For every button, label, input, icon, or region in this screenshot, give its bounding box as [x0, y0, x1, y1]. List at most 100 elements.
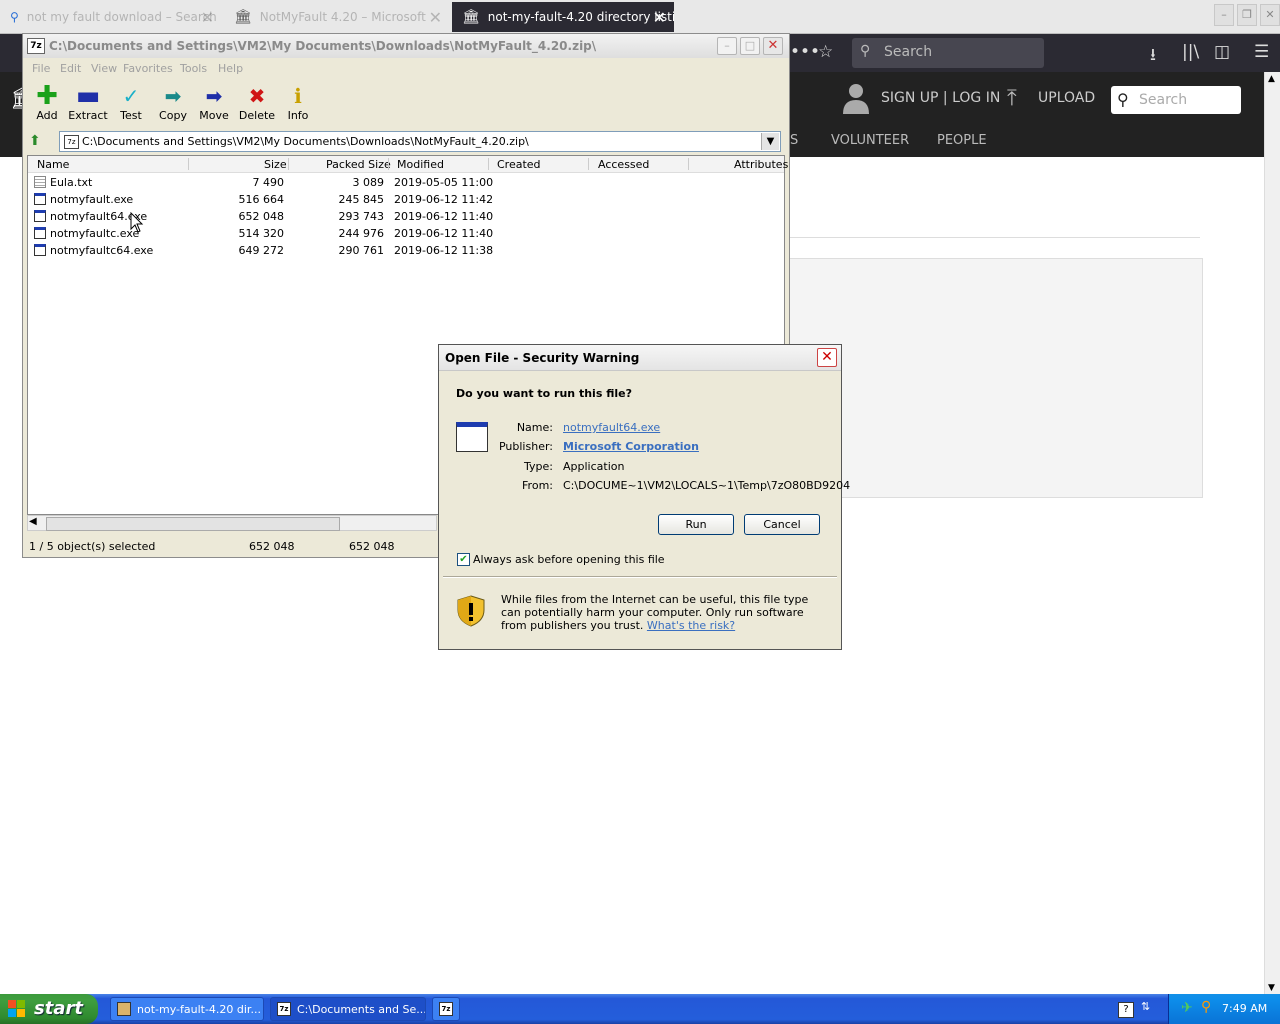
scroll-down-icon[interactable]: ▼ [1268, 983, 1275, 993]
delete-x-icon: ✖ [248, 84, 266, 108]
column-modified[interactable]: Modified [397, 158, 444, 171]
menu-favorites[interactable]: Favorites [123, 62, 173, 75]
tab-close-icon[interactable]: ✕ [653, 8, 666, 27]
text-file-icon [34, 176, 46, 188]
move-button[interactable]: ➡ Move [193, 83, 235, 129]
site-search-input[interactable]: ⚲ Search [1111, 86, 1241, 114]
always-ask-label[interactable]: Always ask before opening this file [473, 553, 665, 566]
divider [790, 237, 1200, 238]
add-button[interactable]: ✚ Add [26, 83, 68, 129]
signup-login-link[interactable]: SIGN UP | LOG IN [881, 90, 1000, 106]
browser-tab-microsoft[interactable]: 🏛 NotMyFault 4.20 – Microsoft ✕ [224, 2, 450, 32]
taskbar-item-browser[interactable]: not-my-fault-4.20 dir... [110, 997, 264, 1021]
upload-link[interactable]: UPLOAD [1038, 90, 1095, 106]
move-arrow-icon: ➡ [205, 84, 223, 108]
delete-button[interactable]: ✖ Delete [236, 83, 278, 129]
menu-bar: File Edit View Favorites Tools Help [23, 59, 789, 79]
archive-icon: 🏛 [462, 9, 480, 25]
close-button[interactable]: ✕ [763, 37, 783, 55]
file-row[interactable]: Eula.txt 7 490 3 089 2019-05-05 11:00 [28, 174, 784, 191]
info-button[interactable]: ℹ Info [277, 83, 319, 129]
page-scrollbar[interactable]: ▲ ▼ [1264, 72, 1280, 997]
menu-view[interactable]: View [91, 62, 117, 75]
bookmark-star-icon[interactable]: ☆ [818, 42, 833, 62]
file-name-link[interactable]: notmyfault64.exe [563, 421, 660, 434]
menu-file[interactable]: File [32, 62, 50, 75]
browser-tab-directory-listing[interactable]: 🏛 not-my-fault-4.20 directory listing ✕ [452, 2, 674, 32]
network-icon[interactable]: ✈ [1181, 1000, 1193, 1016]
minus-icon: ▬ [75, 81, 101, 111]
extract-button[interactable]: ▬ Extract [67, 83, 109, 129]
publisher-link[interactable]: Microsoft Corporation [563, 440, 699, 453]
site-nav-item[interactable]: S [790, 133, 798, 148]
browser-tab-search[interactable]: ⚲ not my fault download – Search ✕ [0, 2, 222, 32]
column-size[interactable]: Size [264, 158, 287, 171]
language-bar-icon[interactable]: ⇅ [1141, 1000, 1150, 1013]
search-icon: ⚲ [860, 43, 871, 59]
tab-close-icon[interactable]: ✕ [429, 8, 442, 27]
download-icon[interactable]: ⭳ [1150, 42, 1156, 71]
column-packed-size[interactable]: Packed Size [326, 158, 391, 171]
address-field[interactable]: 7z C:\Documents and Settings\VM2\My Docu… [59, 131, 781, 152]
taskbar-item-7zip-extra[interactable]: 7z [432, 997, 460, 1021]
minimize-icon[interactable]: – [1214, 4, 1234, 26]
column-name[interactable]: Name [37, 158, 69, 171]
more-icon[interactable]: ••• [790, 42, 820, 62]
search-tray-icon[interactable]: ⚲ [1201, 999, 1211, 1015]
column-created[interactable]: Created [497, 158, 541, 171]
column-divider[interactable] [288, 158, 289, 170]
restore-icon[interactable]: ❐ [1237, 4, 1257, 26]
minimize-button[interactable]: – [717, 37, 737, 55]
library-icon[interactable]: ||\ [1182, 42, 1199, 62]
7zip-title-bar[interactable]: 7z C:\Documents and Settings\VM2\My Docu… [23, 34, 789, 58]
close-icon[interactable]: ✕ [1260, 4, 1280, 26]
chevron-down-icon[interactable]: ▼ [761, 133, 779, 150]
selection-status: 1 / 5 object(s) selected [29, 540, 156, 553]
dialog-question: Do you want to run this file? [456, 387, 632, 400]
file-row[interactable]: notmyfault.exe 516 664 245 845 2019-06-1… [28, 191, 784, 208]
column-attributes[interactable]: Attributes [734, 158, 788, 171]
always-ask-checkbox[interactable]: ✔ [457, 553, 470, 566]
cancel-button[interactable]: Cancel [744, 514, 820, 535]
horizontal-scrollbar[interactable]: ◀ [27, 515, 437, 531]
user-icon[interactable] [842, 82, 870, 114]
publisher-label: Publisher: [498, 440, 553, 453]
close-button[interactable]: ✕ [817, 348, 837, 367]
browser-tab-strip: ⚲ not my fault download – Search ✕ 🏛 Not… [0, 0, 1280, 34]
column-divider[interactable] [188, 158, 189, 170]
column-divider[interactable] [388, 158, 389, 170]
column-divider[interactable] [588, 158, 589, 170]
dialog-title-bar[interactable]: Open File - Security Warning ✕ [439, 345, 841, 371]
tab-close-icon[interactable]: ✕ [201, 8, 214, 27]
menu-icon[interactable]: ☰ [1254, 42, 1269, 62]
sidebar-icon[interactable]: ◫ [1214, 42, 1230, 62]
run-button[interactable]: Run [658, 514, 734, 535]
site-nav-people[interactable]: PEOPLE [937, 133, 987, 148]
taskbar-item-7zip[interactable]: 7z C:\Documents and Se... [270, 997, 426, 1021]
scroll-left-icon[interactable]: ◀ [29, 516, 37, 527]
copy-button[interactable]: ➡ Copy [152, 83, 194, 129]
whats-the-risk-link[interactable]: What's the risk? [647, 619, 735, 632]
folder-up-icon[interactable]: ⬆ [29, 133, 47, 151]
help-icon[interactable]: ? [1118, 1002, 1134, 1018]
browser-search-input[interactable]: ⚲ Search [852, 38, 1044, 68]
menu-help[interactable]: Help [218, 62, 243, 75]
file-row[interactable]: notmyfaultc64.exe 649 272 290 761 2019-0… [28, 242, 784, 259]
site-nav-volunteer[interactable]: VOLUNTEER [831, 133, 909, 148]
menu-tools[interactable]: Tools [180, 62, 207, 75]
selection-size: 652 048 [249, 540, 295, 553]
test-button[interactable]: ✓ Test [110, 83, 152, 129]
mouse-cursor-icon [130, 212, 144, 233]
column-accessed[interactable]: Accessed [598, 158, 649, 171]
maximize-button[interactable]: □ [740, 37, 760, 55]
selection-packed-size: 652 048 [349, 540, 395, 553]
scroll-up-icon[interactable]: ▲ [1268, 74, 1275, 84]
scrollbar-thumb[interactable] [46, 517, 340, 531]
column-divider[interactable] [488, 158, 489, 170]
column-divider[interactable] [688, 158, 689, 170]
menu-edit[interactable]: Edit [60, 62, 81, 75]
exe-file-icon [34, 193, 46, 205]
upload-icon[interactable]: ⤒ [1007, 86, 1017, 111]
application-icon [456, 422, 488, 452]
toolbar: ✚ Add ▬ Extract ✓ Test ➡ Copy ➡ Move ✖ D… [23, 80, 789, 130]
